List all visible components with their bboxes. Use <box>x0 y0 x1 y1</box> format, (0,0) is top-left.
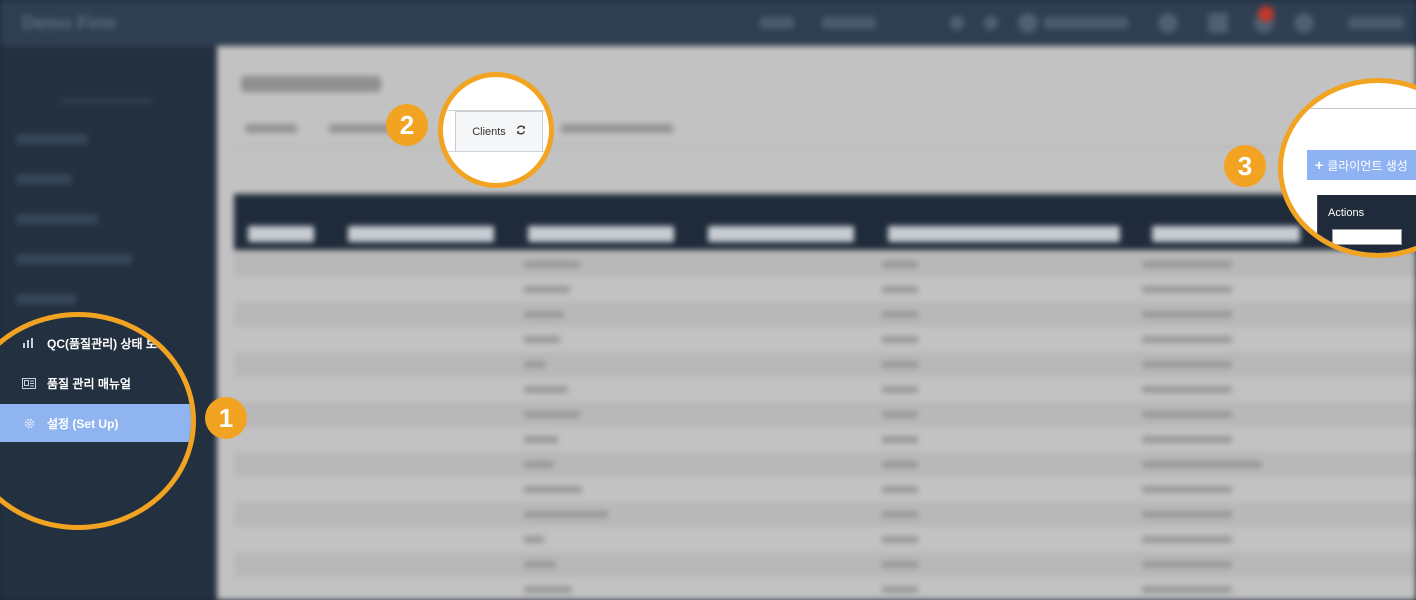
create-client-label: 클라이언트 생성 <box>1327 158 1408 173</box>
page-title <box>241 76 381 92</box>
app-background: Demo Firm <box>0 0 1416 600</box>
user-name <box>1044 17 1128 29</box>
table-header <box>234 194 1416 250</box>
table-row[interactable] <box>234 377 1416 403</box>
table-row[interactable] <box>234 452 1416 478</box>
help-icon[interactable] <box>1294 13 1314 33</box>
filter-input[interactable] <box>888 226 1120 242</box>
table-row[interactable] <box>234 477 1416 503</box>
top-menu-item[interactable] <box>760 17 794 29</box>
table-row[interactable] <box>234 327 1416 353</box>
sidebar-item-quality-manual[interactable]: 품질 관리 매뉴얼 <box>0 364 191 402</box>
filter-input[interactable] <box>348 226 494 242</box>
callout-badge-2: 2 <box>386 104 428 146</box>
actions-header-label: Actions <box>1328 207 1365 219</box>
sidebar-item-qc-status[interactable]: QC(품질관리) 상태 보고 <box>0 324 191 362</box>
callout-badge-1: 1 <box>205 397 247 439</box>
actions-column-header: Actions <box>1317 195 1416 253</box>
table-row[interactable] <box>234 402 1416 428</box>
gear-icon <box>21 417 37 429</box>
filter-input[interactable] <box>708 226 854 242</box>
table-row[interactable] <box>234 427 1416 453</box>
tab-clients[interactable]: Clients <box>455 111 543 151</box>
user-menu[interactable] <box>1348 17 1404 29</box>
table-row[interactable] <box>234 552 1416 578</box>
tab[interactable] <box>245 124 297 133</box>
tab-divider <box>443 151 549 152</box>
plus-icon: + <box>1315 157 1324 173</box>
search-icon[interactable] <box>984 16 998 30</box>
dropdown-icon[interactable] <box>950 16 964 30</box>
table-row[interactable] <box>234 502 1416 528</box>
brand-logo: Demo Firm <box>22 13 117 33</box>
alert-badge <box>1258 6 1274 22</box>
spotlight-clients-tab: Clients <box>438 72 554 188</box>
chart-icon <box>21 337 37 349</box>
avatar[interactable] <box>1018 13 1038 33</box>
top-navbar: Demo Firm <box>0 0 1416 46</box>
sidebar-item-label: 품질 관리 매뉴얼 <box>47 376 131 391</box>
sidebar-item[interactable] <box>16 174 72 184</box>
table-row[interactable] <box>234 277 1416 303</box>
tab-clients-label: Clients <box>472 125 506 138</box>
sidebar-item[interactable] <box>16 254 132 264</box>
flag-icon[interactable] <box>1208 13 1228 33</box>
sidebar-item-setup[interactable]: 설정 (Set Up) <box>0 404 191 442</box>
sidebar-item-label: QC(품질관리) 상태 보고 <box>47 336 168 351</box>
table-row[interactable] <box>234 252 1416 278</box>
notification-icon[interactable] <box>1158 13 1178 33</box>
top-menu-item[interactable] <box>822 17 876 29</box>
sidebar-item[interactable] <box>16 134 88 144</box>
filter-input[interactable] <box>1152 226 1300 242</box>
sidebar-item[interactable] <box>16 214 98 224</box>
sidebar-item[interactable] <box>16 294 76 304</box>
manual-icon <box>21 377 37 389</box>
sidebar-org-name <box>60 98 152 104</box>
table-row[interactable] <box>234 302 1416 328</box>
filter-input[interactable] <box>528 226 674 242</box>
tab-divider <box>1283 108 1416 109</box>
actions-filter-input[interactable] <box>1332 229 1402 245</box>
refresh-icon[interactable] <box>516 125 526 138</box>
sidebar-item-label: 설정 (Set Up) <box>47 416 119 431</box>
table-row[interactable] <box>234 527 1416 553</box>
filter-input[interactable] <box>248 226 314 242</box>
create-client-button[interactable]: + 클라이언트 생성 <box>1307 150 1416 180</box>
tab[interactable] <box>561 124 673 133</box>
table-row[interactable] <box>234 352 1416 378</box>
table-row[interactable] <box>234 577 1416 600</box>
callout-badge-3: 3 <box>1224 145 1266 187</box>
